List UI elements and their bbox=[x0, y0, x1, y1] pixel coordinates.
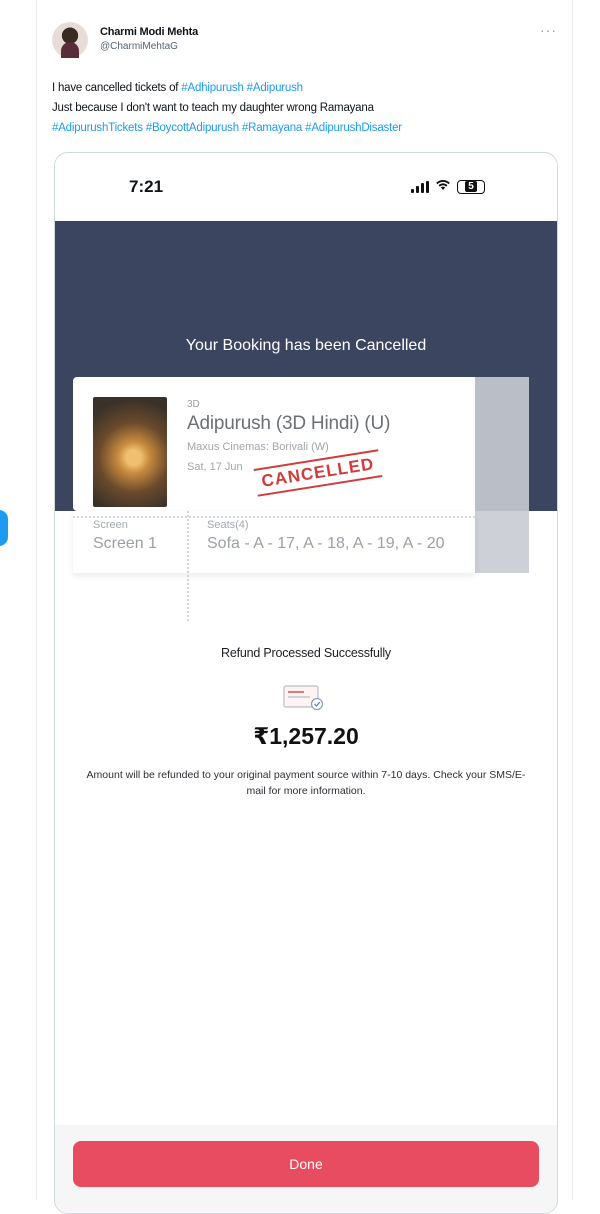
wifi-icon bbox=[435, 179, 451, 194]
hashtag-link[interactable]: #AdipurushDisaster bbox=[305, 122, 402, 134]
status-time: 7:21 bbox=[129, 177, 164, 196]
refund-amount: ₹1,257.20 bbox=[253, 723, 359, 749]
refund-title: Refund Processed Successfully bbox=[221, 646, 391, 660]
ticket-card: 3D Adipurush (3D Hindi) (U) Maxus Cinema… bbox=[73, 377, 475, 511]
battery-icon: 5 bbox=[457, 179, 485, 194]
phone-status-bar: 7:21 5 bbox=[55, 153, 557, 221]
more-options-icon[interactable]: ··· bbox=[540, 22, 557, 38]
banner-title: Your Booking has been Cancelled bbox=[185, 337, 427, 354]
battery-level: 5 bbox=[465, 181, 477, 192]
screen-label: Screen bbox=[93, 519, 128, 531]
hashtag-link[interactable]: #Adipurush bbox=[247, 82, 303, 94]
tweet-line-2: Just because I don't want to teach my da… bbox=[52, 102, 374, 114]
tweet-text-part: I have cancelled tickets of bbox=[52, 82, 182, 94]
hashtag-link[interactable]: #Adhipurush bbox=[181, 82, 244, 94]
tweet-line-3: #AdipurushTickets #BoycottAdipurush #Ram… bbox=[52, 118, 567, 138]
movie-title: Adipurush (3D Hindi) (U) bbox=[187, 413, 391, 434]
movie-poster bbox=[93, 397, 167, 507]
tweet-text: I have cancelled tickets of #Adhipurush … bbox=[52, 78, 567, 138]
ticket-perforation bbox=[187, 511, 189, 621]
author-name[interactable]: Charmi Modi Mehta bbox=[100, 26, 198, 38]
ticket-side-strip bbox=[475, 377, 529, 573]
refund-receipt-icon bbox=[283, 685, 325, 711]
tweet: Charmi Modi Mehta @CharmiMehtaG ··· I ha… bbox=[0, 0, 600, 1214]
cancelled-stamp: CANCELLED bbox=[253, 449, 383, 497]
ticket-tear-line bbox=[73, 516, 475, 518]
tweet-line-1: I have cancelled tickets of #Adhipurush … bbox=[52, 78, 567, 98]
hashtag-link[interactable]: #AdipurushTickets bbox=[52, 122, 143, 134]
cinema-venue: Maxus Cinemas: Borivali (W) bbox=[187, 441, 329, 453]
ticket-details: Screen Screen 1 Seats(4) Sofa - A - 17, … bbox=[73, 511, 475, 621]
hashtag-link[interactable]: #BoycottAdipurush bbox=[146, 122, 239, 134]
done-button[interactable]: Done bbox=[73, 1141, 539, 1187]
status-icons: 5 bbox=[411, 179, 485, 194]
avatar[interactable] bbox=[52, 22, 88, 58]
seats-label: Seats(4) bbox=[207, 519, 249, 531]
movie-format: 3D bbox=[187, 399, 200, 410]
seats-value: Sofa - A - 17, A - 18, A - 19, A - 20 bbox=[207, 535, 445, 552]
show-date: Sat, 17 Jun bbox=[187, 461, 243, 473]
author-handle[interactable]: @CharmiMehtaG bbox=[100, 41, 178, 52]
signal-icon bbox=[411, 180, 429, 193]
refund-note: Amount will be refunded to your original… bbox=[86, 769, 526, 797]
screen-value: Screen 1 bbox=[93, 535, 158, 552]
media-screenshot[interactable]: 7:21 5 Your Booking has been Cancelled 3… bbox=[54, 152, 558, 1214]
hashtag-link[interactable]: #Ramayana bbox=[242, 122, 302, 134]
